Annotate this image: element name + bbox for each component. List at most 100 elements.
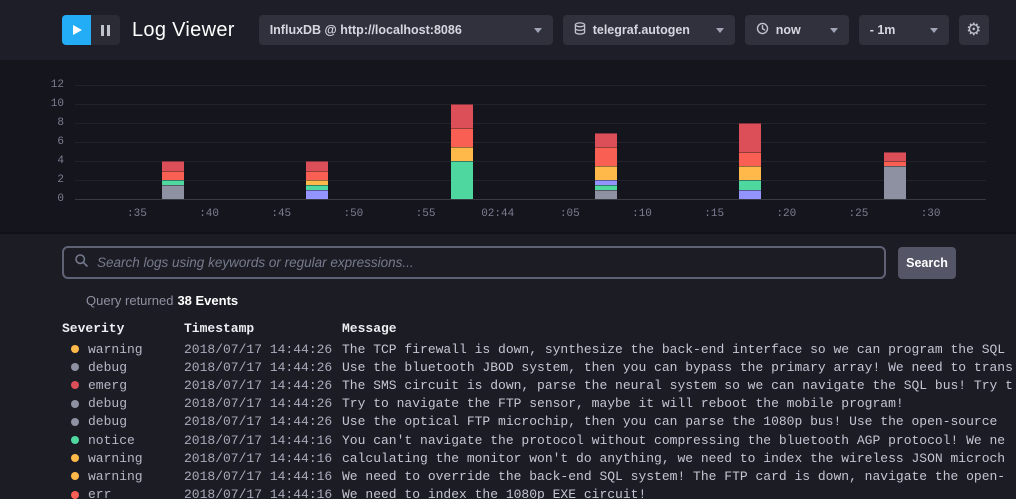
- table-row[interactable]: warning2018/07/17 14:44:16calculating th…: [62, 449, 1016, 467]
- search-input[interactable]: [97, 255, 874, 270]
- y-axis-label: 4: [36, 155, 64, 167]
- message-cell: Use the bluetooth JBOD system, then you …: [342, 360, 1016, 375]
- header: Log Viewer InfluxDB @ http://localhost:8…: [0, 0, 1016, 60]
- severity-dot-icon: [71, 454, 79, 462]
- message-cell: Use the optical FTP microchip, then you …: [342, 414, 1016, 429]
- table-row[interactable]: debug2018/07/17 14:44:26Use the bluetoot…: [62, 358, 1016, 376]
- gridline: [75, 142, 986, 143]
- table-row[interactable]: notice2018/07/17 14:44:16You can't navig…: [62, 431, 1016, 449]
- y-axis-label: 12: [36, 79, 64, 91]
- bar-segment-debug: [162, 185, 184, 199]
- bar-segment-info: [739, 190, 761, 200]
- severity-cell: debug: [62, 414, 184, 429]
- bar-segment-notice: [451, 161, 473, 199]
- severity-cell: debug: [62, 396, 184, 411]
- log-viewer-app: Log Viewer InfluxDB @ http://localhost:8…: [0, 0, 1016, 499]
- bar-segment-emerg: [884, 152, 906, 162]
- table-row[interactable]: debug2018/07/17 14:44:26Try to navigate …: [62, 395, 1016, 413]
- header-message: Message: [342, 321, 1016, 336]
- event-count: 38 Events: [177, 293, 238, 308]
- search-button[interactable]: Search: [898, 247, 956, 279]
- x-axis-label: :45: [251, 208, 311, 220]
- severity-cell: err: [62, 487, 184, 499]
- table-row[interactable]: warning2018/07/17 14:44:26The TCP firewa…: [62, 340, 1016, 358]
- timestamp-cell: 2018/07/17 14:44:26: [184, 378, 342, 393]
- search-box[interactable]: [62, 246, 886, 279]
- severity-dot-icon: [71, 363, 79, 371]
- gridline: [75, 85, 986, 86]
- gridline: [75, 199, 986, 200]
- time-window-dropdown[interactable]: - 1m: [859, 15, 949, 45]
- severity-cell: warning: [62, 342, 184, 357]
- timestamp-cell: 2018/07/17 14:44:16: [184, 451, 342, 466]
- time-dropdown[interactable]: now: [745, 15, 849, 45]
- source-dropdown[interactable]: InfluxDB @ http://localhost:8086: [259, 15, 553, 45]
- bar-segment-emerg: [162, 161, 184, 171]
- timestamp-cell: 2018/07/17 14:44:26: [184, 342, 342, 357]
- x-axis-label: :55: [396, 208, 456, 220]
- severity-label: warning: [88, 469, 143, 484]
- gridline: [75, 161, 986, 162]
- message-cell: We need to override the back-end SQL sys…: [342, 469, 1016, 484]
- histogram-bar[interactable]: [739, 123, 761, 199]
- severity-cell: emerg: [62, 378, 184, 393]
- table-body: warning2018/07/17 14:44:26The TCP firewa…: [62, 340, 1016, 499]
- bar-segment-warning: [451, 147, 473, 161]
- timestamp-cell: 2018/07/17 14:44:26: [184, 414, 342, 429]
- severity-dot-icon: [71, 400, 79, 408]
- histogram-bar[interactable]: [451, 104, 473, 199]
- query-status-prefix: Query returned: [86, 293, 173, 308]
- table-row[interactable]: err2018/07/17 14:44:16We need to index t…: [62, 486, 1016, 499]
- bar-segment-notice: [739, 180, 761, 190]
- database-dropdown-label: telegraf.autogen: [593, 23, 690, 37]
- bar-segment-err: [162, 171, 184, 181]
- chevron-down-icon: [534, 28, 542, 33]
- chevron-down-icon: [830, 28, 838, 33]
- table-row[interactable]: emerg2018/07/17 14:44:26The SMS circuit …: [62, 376, 1016, 394]
- severity-dot-icon: [71, 418, 79, 426]
- database-dropdown[interactable]: telegraf.autogen: [563, 15, 735, 45]
- severity-dot-icon: [71, 472, 79, 480]
- severity-cell: warning: [62, 451, 184, 466]
- bar-segment-debug: [884, 166, 906, 199]
- y-axis-label: 2: [36, 174, 64, 186]
- histogram-bar[interactable]: [884, 152, 906, 200]
- severity-dot-icon: [71, 436, 79, 444]
- y-axis-label: 8: [36, 117, 64, 129]
- gear-icon: ⚙: [966, 20, 981, 40]
- message-cell: We need to index the 1080p EXE circuit!: [342, 487, 1016, 499]
- message-cell: calculating the monitor won't do anythin…: [342, 451, 1016, 466]
- severity-label: notice: [88, 433, 135, 448]
- bar-segment-emerg: [306, 161, 328, 171]
- x-axis-label: :05: [540, 208, 600, 220]
- x-axis-label: :40: [179, 208, 239, 220]
- x-axis-label: :20: [756, 208, 816, 220]
- x-axis-label: :50: [323, 208, 383, 220]
- log-table: Severity Timestamp Message warning2018/0…: [0, 319, 1016, 499]
- settings-button[interactable]: ⚙: [959, 15, 989, 45]
- x-axis-label: :25: [828, 208, 888, 220]
- severity-label: warning: [88, 342, 143, 357]
- x-axis-label: :30: [901, 208, 961, 220]
- chevron-down-icon: [716, 28, 724, 33]
- severity-dot-icon: [71, 345, 79, 353]
- severity-cell: debug: [62, 360, 184, 375]
- severity-label: err: [88, 487, 111, 499]
- play-button[interactable]: [62, 15, 91, 45]
- severity-label: emerg: [88, 378, 127, 393]
- histogram-bar[interactable]: [162, 161, 184, 199]
- histogram-chart: 024681012:35:40:45:50:5502:44:05:10:15:2…: [0, 60, 1016, 232]
- table-row[interactable]: debug2018/07/17 14:44:26Use the optical …: [62, 413, 1016, 431]
- x-axis-label: 02:44: [468, 208, 528, 220]
- bar-segment-emerg: [451, 104, 473, 128]
- gridline: [75, 104, 986, 105]
- gridline: [75, 123, 986, 124]
- histogram-bar[interactable]: [306, 161, 328, 199]
- y-axis-label: 10: [36, 98, 64, 110]
- table-row[interactable]: warning2018/07/17 14:44:16We need to ove…: [62, 467, 1016, 485]
- histogram-bar[interactable]: [595, 133, 617, 200]
- bar-segment-err: [739, 152, 761, 166]
- severity-dot-icon: [71, 491, 79, 499]
- pause-button[interactable]: [91, 15, 120, 45]
- y-axis-label: 6: [36, 136, 64, 148]
